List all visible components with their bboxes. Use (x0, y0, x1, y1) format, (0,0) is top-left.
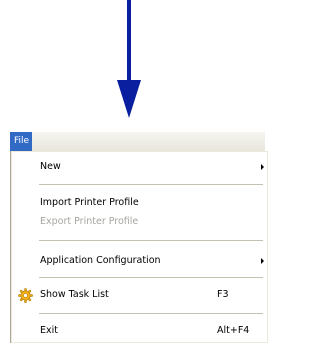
menu-item-exit-label: Exit (40, 325, 58, 336)
gear-icon (18, 288, 33, 303)
menu-item-exit-shortcut: Alt+F4 (217, 325, 250, 336)
menu-bar: File (10, 132, 265, 151)
menu-item-import-printer-profile[interactable]: Import Printer Profile (11, 193, 268, 213)
chevron-right-icon (261, 258, 264, 264)
file-menu-dropdown: New Import Printer Profile Export Printe… (10, 151, 268, 343)
menu-item-new-label: New (40, 161, 61, 172)
menu-item-export-label: Export Printer Profile (40, 216, 139, 227)
menu-separator (39, 277, 263, 278)
menu-item-app-config-label: Application Configuration (40, 255, 161, 266)
down-arrow-icon (117, 0, 141, 118)
menu-item-task-list-label: Show Task List (40, 289, 109, 300)
menu-item-export-printer-profile: Export Printer Profile (11, 212, 268, 232)
menu-separator (39, 313, 263, 314)
menu-item-application-configuration[interactable]: Application Configuration (11, 251, 268, 271)
menu-item-show-task-list[interactable]: Show Task List F3 (11, 285, 268, 305)
menu-item-import-label: Import Printer Profile (40, 197, 139, 208)
menu-item-new[interactable]: New (11, 157, 268, 177)
menu-item-task-list-shortcut: F3 (217, 289, 229, 300)
chevron-right-icon (261, 164, 264, 170)
menu-item-exit[interactable]: Exit Alt+F4 (11, 321, 268, 341)
menu-separator (39, 184, 263, 185)
file-menu-tab[interactable]: File (10, 132, 33, 151)
menu-separator (39, 240, 263, 241)
